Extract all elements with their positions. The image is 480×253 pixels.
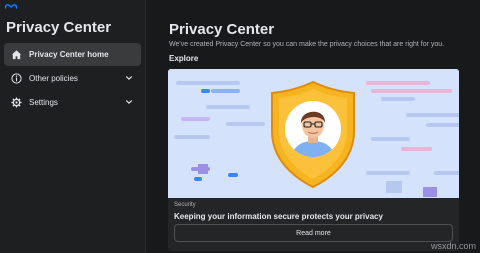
chevron-down-icon[interactable]: [125, 74, 133, 82]
info-icon: [11, 73, 22, 84]
card-category: Security: [174, 202, 196, 208]
read-more-button[interactable]: Read more: [174, 224, 453, 242]
page-subtitle: We've created Privacy Center so you can …: [169, 41, 445, 48]
sidebar-item-settings[interactable]: Settings: [4, 91, 141, 114]
gear-icon: [11, 97, 22, 108]
privacy-center-page: Privacy Center Privacy Center home Other…: [0, 0, 480, 253]
sidebar-item-other-policies[interactable]: Other policies: [4, 67, 141, 90]
card-headline[interactable]: Keeping your information secure protects…: [174, 212, 383, 221]
sidebar-item-privacy-center-home[interactable]: Privacy Center home: [4, 43, 141, 66]
watermark: wsxdn.com: [430, 241, 476, 251]
sidebar-item-label: Privacy Center home: [29, 50, 109, 59]
explore-heading: Explore: [169, 54, 199, 63]
sidebar: Privacy Center Privacy Center home Other…: [0, 0, 146, 253]
home-icon: [11, 49, 22, 60]
explore-card[interactable]: Security Keeping your information secure…: [168, 69, 459, 251]
chevron-down-icon[interactable]: [125, 98, 133, 106]
page-title: Privacy Center: [169, 21, 275, 38]
sidebar-title: Privacy Center: [6, 19, 112, 36]
shield-avatar-illustration: [168, 69, 459, 198]
sidebar-item-label: Other policies: [29, 74, 78, 83]
sidebar-item-label: Settings: [29, 98, 58, 107]
meta-logo-icon[interactable]: [4, 2, 18, 10]
